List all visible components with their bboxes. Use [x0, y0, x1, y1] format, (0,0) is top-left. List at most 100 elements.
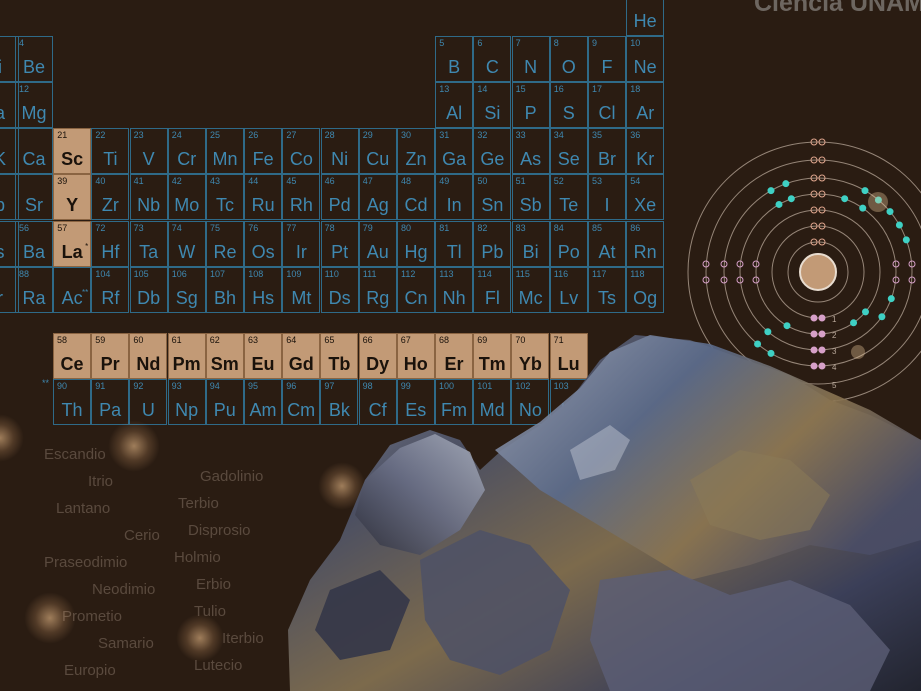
- electron: [787, 195, 795, 203]
- atomic-number: 14: [477, 84, 488, 95]
- element-cell: 36 Kr: [626, 128, 665, 175]
- bokeh-light: [176, 614, 224, 662]
- atomic-number: 32: [477, 130, 488, 141]
- atomic-number: 112: [401, 268, 416, 279]
- element-symbol: As: [520, 149, 542, 170]
- actinide-cell: 91 Pa: [91, 379, 130, 425]
- element-symbol: Ge: [480, 149, 505, 170]
- atomic-number: 74: [171, 222, 182, 233]
- element-symbol: B: [448, 57, 461, 78]
- electron: [861, 187, 869, 195]
- atomic-number: 53: [592, 176, 603, 187]
- element-cell: 17 Cl: [588, 82, 626, 129]
- element-name: Disprosio: [188, 522, 251, 539]
- element-cell: 47 Ag: [358, 174, 397, 221]
- element-symbol: Re: [213, 241, 237, 262]
- element-symbol: U: [141, 400, 155, 420]
- atomic-number: 35: [592, 130, 603, 141]
- atomic-number: 58: [57, 335, 68, 345]
- element-cell: 88 Ra: [15, 266, 53, 313]
- atomic-number: 111: [362, 268, 377, 279]
- atomic-number: 115: [515, 268, 530, 279]
- element-cell: 29 Cu: [358, 128, 397, 175]
- element-symbol: Pu: [213, 400, 236, 420]
- element-name: Itrio: [88, 473, 114, 490]
- element-symbol: Nb: [137, 195, 161, 216]
- element-cell: 83 Bi: [511, 220, 550, 267]
- actinide-marker: **: [42, 378, 50, 388]
- element-cell: 78 Pt: [320, 220, 359, 267]
- actinide-cell: 92 U: [129, 379, 168, 425]
- element-symbol: Y: [66, 195, 79, 216]
- atomic-number: 56: [19, 222, 30, 233]
- atomic-number: 33: [515, 130, 526, 141]
- element-cell: 18 Ar: [626, 82, 665, 129]
- atomic-number: 24: [171, 130, 182, 141]
- electron: [861, 308, 869, 316]
- element-cell: 46 Pd: [320, 174, 359, 221]
- element-cell: 44 Ru: [244, 174, 283, 221]
- atomic-number: 29: [362, 130, 373, 141]
- element-symbol: O: [561, 57, 576, 78]
- element-symbol: Mc: [518, 287, 543, 308]
- element-symbol: Ni: [331, 149, 349, 170]
- element-symbol: Cn: [404, 287, 428, 308]
- element-cell: 50 Sn: [473, 174, 512, 221]
- element-symbol: Hg: [404, 241, 428, 262]
- element-symbol: Br: [598, 149, 616, 170]
- element-symbol: Ts: [598, 287, 616, 308]
- element-cell: 77 Ir: [282, 220, 321, 267]
- atomic-number: 79: [362, 222, 373, 233]
- element-symbol: Rf: [101, 287, 120, 308]
- element-cell: 2 He: [626, 0, 665, 36]
- rare-earth-mineral: [288, 335, 921, 691]
- element-symbol: Rn: [633, 241, 657, 262]
- atomic-number: 34: [553, 130, 564, 141]
- lanthanide-cell: 60 Nd: [129, 333, 168, 379]
- atomic-number: 4: [19, 38, 25, 49]
- atomic-number: 105: [133, 268, 149, 279]
- element-symbol: Ta: [139, 241, 159, 262]
- atomic-number: 85: [592, 222, 603, 233]
- element-cell: 53 I: [588, 174, 626, 221]
- element-symbol: Be: [22, 57, 46, 78]
- electron: [886, 208, 894, 216]
- element-symbol: Ir: [295, 241, 307, 262]
- element-symbol: Ba: [22, 241, 46, 262]
- element-cell: 7N: [511, 36, 550, 83]
- element-symbol: At: [598, 241, 616, 262]
- atomic-number: 52: [553, 176, 564, 187]
- lanthanide-cell: 62 Sm: [205, 333, 244, 379]
- electron: [767, 187, 775, 195]
- atomic-number: 21: [57, 130, 68, 141]
- element-name: Cerio: [124, 527, 160, 544]
- element-cell: 6C: [473, 36, 512, 83]
- element-symbol: Sc: [61, 149, 84, 170]
- electron: [841, 195, 849, 203]
- atomic-number: 25: [210, 130, 221, 141]
- element-symbol: Ca: [22, 149, 46, 170]
- element-cell: 32 Ge: [473, 128, 512, 175]
- electron: [782, 180, 790, 188]
- electron: [859, 204, 867, 212]
- element-symbol: Sb: [519, 195, 542, 216]
- atomic-number: 10: [630, 38, 641, 49]
- element-cell: 12 Mg: [15, 82, 53, 129]
- electron: [895, 221, 903, 229]
- atomic-number: 17: [592, 84, 603, 95]
- electron: [850, 319, 858, 327]
- electron: [887, 295, 895, 303]
- element-cell: 114 Fl: [473, 266, 512, 313]
- atomic-number: 82: [477, 222, 488, 233]
- atomic-number: 91: [95, 381, 106, 391]
- atomic-number: 50: [477, 176, 488, 187]
- element-name: Escandio: [44, 446, 106, 463]
- element-cell: 30 Zn: [397, 128, 435, 175]
- atomic-number: 57: [57, 222, 68, 233]
- bokeh-light: [108, 420, 160, 472]
- element-cell: 52 Te: [549, 174, 588, 221]
- element-cell: 82 Pb: [473, 220, 512, 267]
- element-cell: Ac **: [53, 266, 92, 313]
- atomic-number: 26: [248, 130, 259, 141]
- element-symbol: Lv: [559, 287, 579, 308]
